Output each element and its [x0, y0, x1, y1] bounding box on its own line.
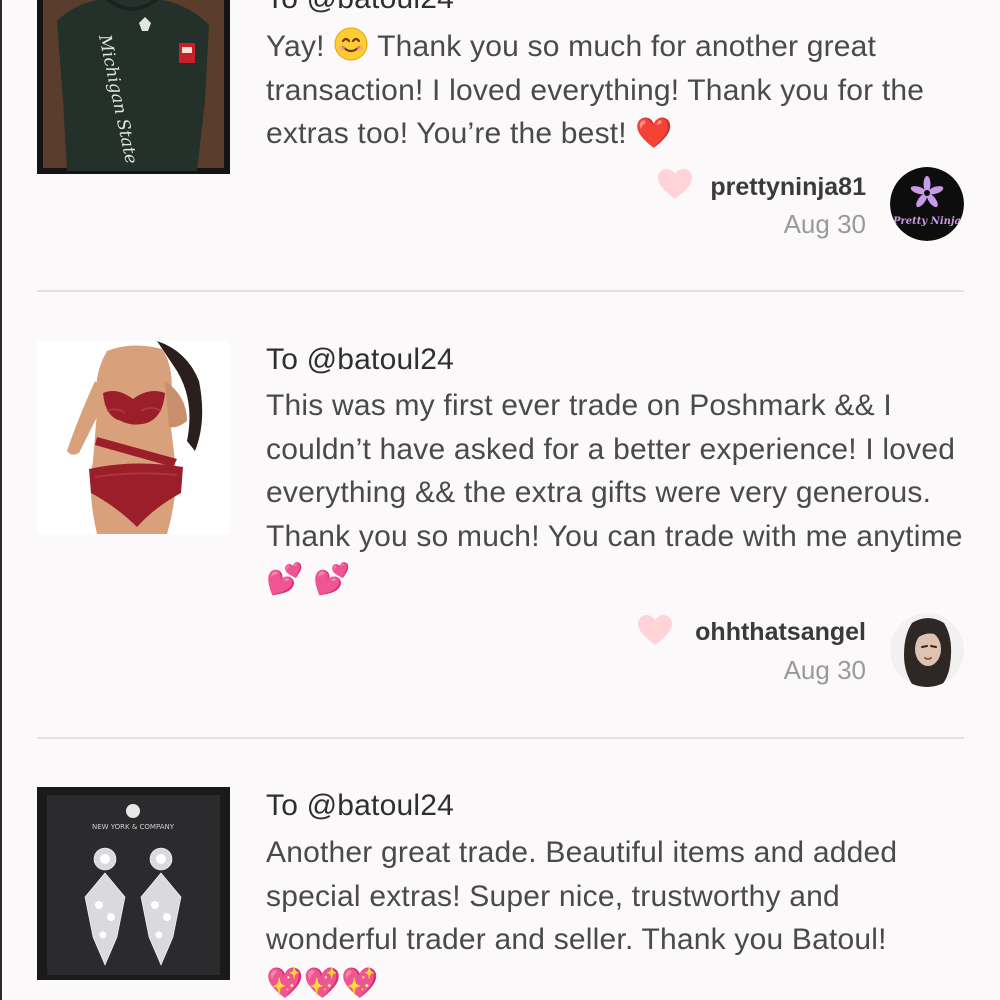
review-date: Aug 30 — [783, 209, 866, 239]
review-date: Aug 30 — [783, 655, 866, 685]
reviewer-avatar[interactable] — [890, 613, 964, 687]
reviewer-avatar[interactable]: Pretty Ninja — [890, 167, 964, 241]
review-text-part: Another great trade. Beautiful items and… — [266, 836, 898, 956]
left-edge-border — [0, 0, 2, 1000]
listing-thumbnail[interactable]: Michigan State — [37, 0, 230, 174]
review-text-part: This was my first ever trade on Poshmark… — [266, 389, 963, 553]
smiling-face-emoji-icon — [333, 26, 369, 62]
review-recipient: To @batoul24 — [266, 0, 454, 16]
review-text: Another great trade. Beautiful items and… — [266, 831, 966, 1000]
review-divider — [37, 737, 964, 739]
review-divider — [37, 290, 964, 292]
reviewer-username[interactable]: prettyninja81 — [710, 173, 866, 202]
listing-thumbnail[interactable] — [37, 341, 230, 534]
thumb-brand-text: NEW YORK & COMPANY — [92, 823, 175, 831]
review-text: This was my first ever trade on Poshmark… — [266, 384, 966, 602]
two-hearts-emoji-icon: 💕 💕 — [266, 562, 351, 597]
review-text-part: Yay! — [266, 30, 334, 63]
avatar-logo-text: Pretty Ninja — [892, 216, 961, 227]
listing-thumbnail[interactable]: NEW YORK & COMPANY — [37, 787, 230, 980]
reviewer-username[interactable]: ohhthatsangel — [695, 618, 866, 647]
sparkling-heart-emoji-icon: 💖💖💖 — [266, 965, 379, 1000]
red-heart-emoji-icon: ❤️ — [635, 116, 673, 151]
review-recipient: To @batoul24 — [266, 343, 454, 376]
review-recipient: To @batoul24 — [266, 789, 454, 822]
reviews-page: Michigan State To @batoul24 Yay! Thank y… — [0, 0, 1000, 1000]
review-text: Yay! Thank you so much for another great… — [266, 25, 966, 156]
heart-like-icon[interactable] — [657, 168, 693, 200]
heart-like-icon[interactable] — [637, 614, 673, 646]
